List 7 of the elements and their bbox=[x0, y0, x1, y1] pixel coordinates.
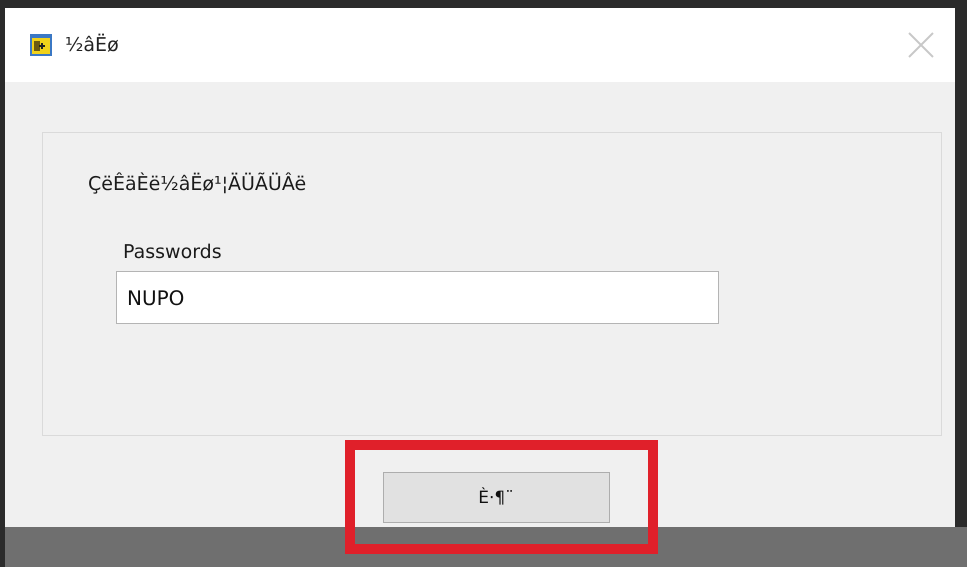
window-title: ½âËø bbox=[65, 34, 120, 56]
close-icon bbox=[907, 31, 935, 59]
field-label: Passwords bbox=[123, 241, 222, 263]
app-icon bbox=[29, 33, 53, 57]
confirm-button[interactable]: È·¶¨ bbox=[382, 472, 610, 523]
prompt-message: ÇëÊäÈë½âËø¹¦ÄÜÃÜÂë bbox=[88, 173, 306, 195]
password-field[interactable]: NUPO bbox=[116, 271, 719, 324]
